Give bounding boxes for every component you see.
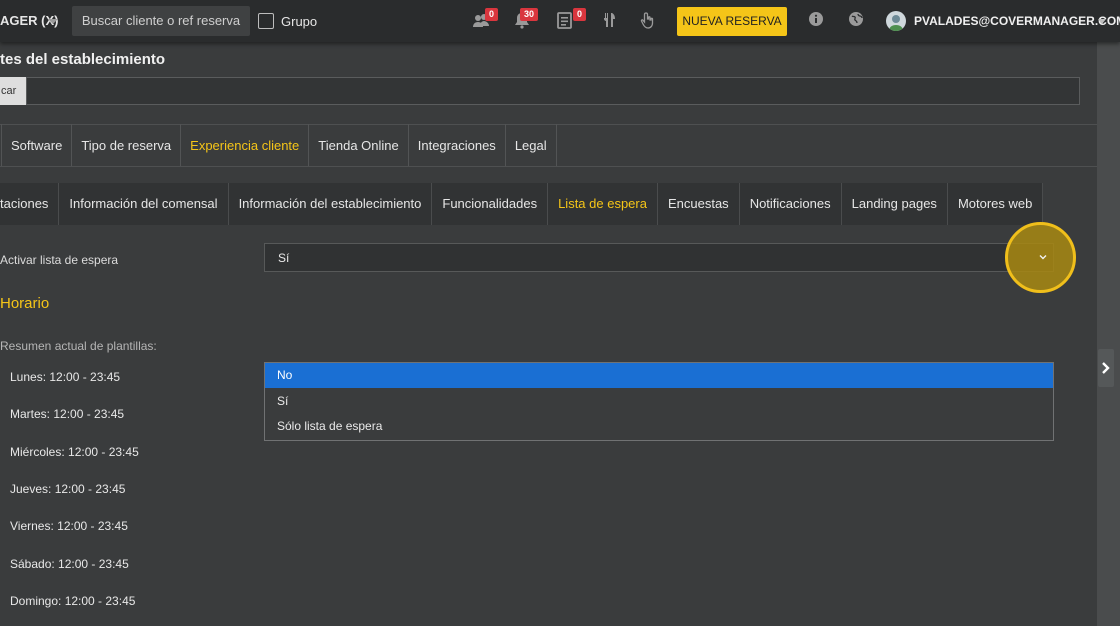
schedule-day: Viernes: 12:00 - 23:45 bbox=[10, 519, 128, 533]
cutlery-icon[interactable] bbox=[600, 11, 618, 29]
waitlist-label: Activar lista de espera bbox=[0, 253, 119, 267]
schedule-day: Jueves: 12:00 - 23:45 bbox=[10, 482, 126, 496]
divider bbox=[0, 166, 1097, 167]
chevron-down-icon[interactable] bbox=[1098, 19, 1106, 24]
waitlist-dropdown-list: No Sí Sólo lista de espera bbox=[264, 362, 1054, 441]
option-no[interactable]: No bbox=[265, 363, 1053, 388]
schedule-day: Domingo: 12:00 - 23:45 bbox=[10, 594, 136, 608]
chevron-down-icon[interactable] bbox=[1039, 253, 1047, 261]
tab-software[interactable]: Software bbox=[2, 124, 73, 167]
option-solo-lista-de-espera[interactable]: Sólo lista de espera bbox=[265, 414, 1053, 439]
search-client-button[interactable]: Buscar cliente o ref reserva bbox=[72, 6, 250, 36]
tab-integraciones[interactable]: Integraciones bbox=[409, 124, 506, 167]
tab-taciones[interactable]: taciones bbox=[0, 183, 60, 225]
user-menu[interactable]: PVALADES@COVERMANAGER.COM bbox=[914, 14, 1120, 28]
globe-icon[interactable] bbox=[848, 11, 864, 27]
list-badge: 0 bbox=[573, 8, 586, 21]
avatar[interactable] bbox=[886, 11, 906, 31]
primary-tabs: Software Tipo de reserva Experiencia cli… bbox=[0, 124, 557, 167]
notifications-badge: 30 bbox=[520, 8, 538, 21]
secondary-tabs: taciones Información del comensal Inform… bbox=[0, 183, 1044, 225]
info-icon[interactable] bbox=[808, 11, 824, 27]
tab-experiencia-cliente[interactable]: Experiencia cliente bbox=[181, 124, 310, 167]
tab-motores-web[interactable]: Motores web bbox=[948, 183, 1044, 225]
waitlist-select-value: Sí bbox=[278, 251, 290, 265]
team-badge: 0 bbox=[485, 8, 498, 21]
list-icon[interactable] bbox=[556, 11, 574, 29]
tab-tipo-de-reserva[interactable]: Tipo de reserva bbox=[72, 124, 182, 167]
tab-informacion-del-establecimiento[interactable]: Información del establecimiento bbox=[229, 183, 433, 225]
schedule-day: Sábado: 12:00 - 23:45 bbox=[10, 557, 129, 571]
chevron-down-icon[interactable] bbox=[48, 19, 58, 24]
tab-landing-pages[interactable]: Landing pages bbox=[842, 183, 948, 225]
grupo-label: Grupo bbox=[281, 14, 318, 29]
tab-funcionalidades[interactable]: Funcionalidades bbox=[432, 183, 549, 225]
schedule-day: Martes: 12:00 - 23:45 bbox=[10, 407, 125, 421]
right-side-strip bbox=[1097, 42, 1120, 626]
schedule-day: Lunes: 12:00 - 23:45 bbox=[10, 370, 121, 384]
tab-notificaciones[interactable]: Notificaciones bbox=[740, 183, 842, 225]
tab-legal[interactable]: Legal bbox=[506, 124, 557, 167]
waitlist-select[interactable]: Sí bbox=[264, 243, 1054, 272]
settings-search-input[interactable] bbox=[26, 77, 1080, 105]
section-title-horario: Horario bbox=[0, 295, 50, 312]
tab-lista-de-espera[interactable]: Lista de espera bbox=[548, 183, 658, 225]
tab-encuestas[interactable]: Encuestas bbox=[658, 183, 740, 225]
page-title: tes del establecimiento bbox=[0, 51, 166, 68]
option-si[interactable]: Sí bbox=[265, 389, 1053, 414]
grupo-checkbox[interactable] bbox=[258, 13, 274, 29]
summary-label: Resumen actual de plantillas: bbox=[0, 339, 157, 353]
tab-tienda-online[interactable]: Tienda Online bbox=[309, 124, 409, 167]
new-reservation-button[interactable]: NUEVA RESERVA bbox=[677, 7, 787, 36]
search-button[interactable]: car bbox=[0, 77, 26, 105]
side-panel-toggle[interactable] bbox=[1098, 349, 1114, 387]
chevron-right-icon bbox=[1102, 362, 1110, 374]
top-bar: AGER (X) Buscar cliente o ref reserva Gr… bbox=[0, 0, 1120, 42]
hand-icon[interactable] bbox=[639, 11, 657, 29]
tab-informacion-del-comensal[interactable]: Información del comensal bbox=[59, 183, 229, 225]
schedule-day: Miércoles: 12:00 - 23:45 bbox=[10, 445, 139, 459]
